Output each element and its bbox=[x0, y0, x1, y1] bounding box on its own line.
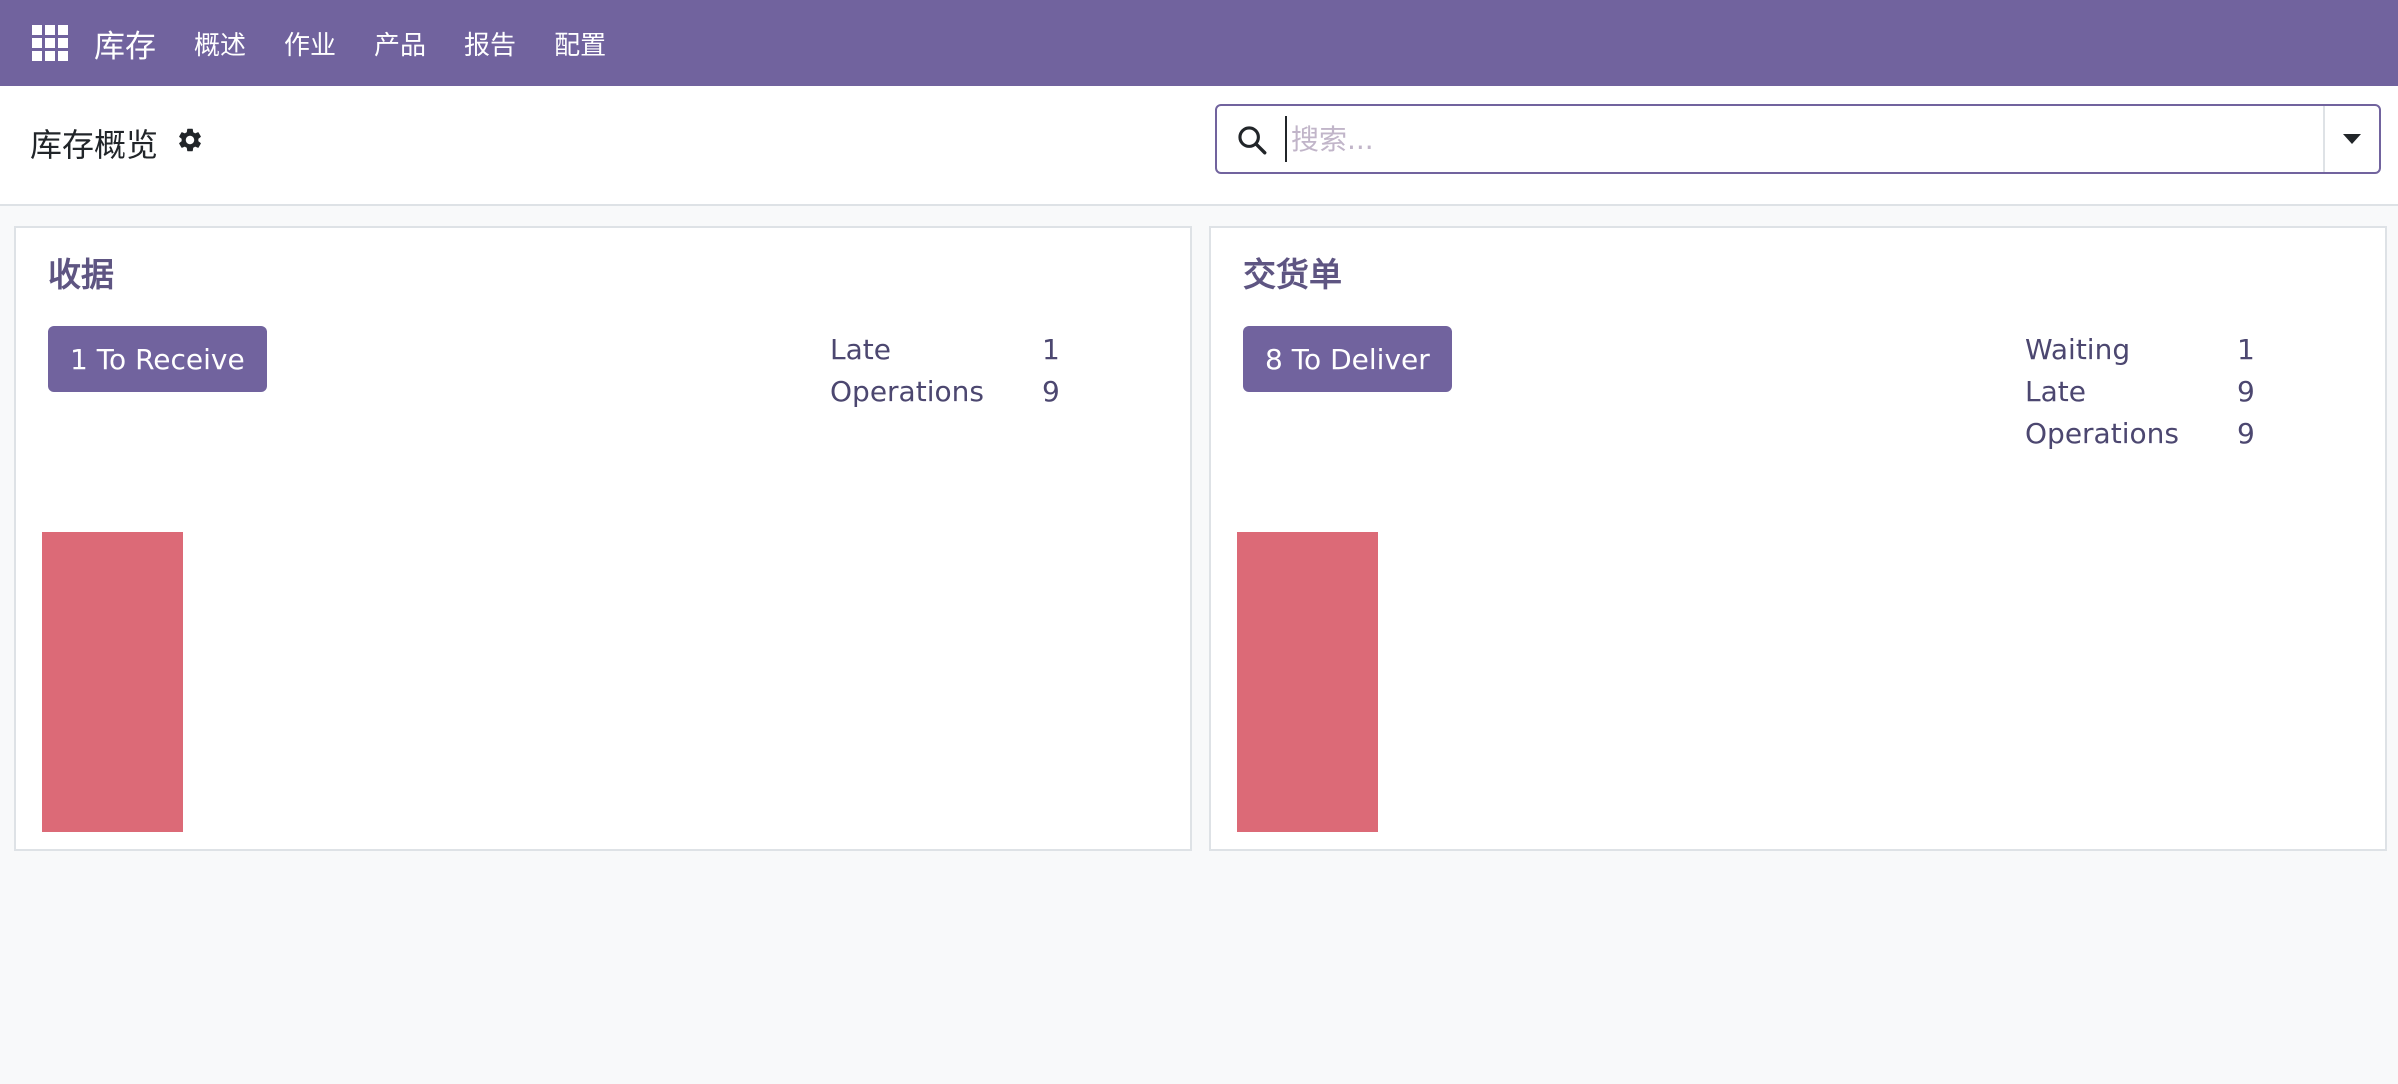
receipts-card: 收据 1 To Receive Late 1 Operations 9 bbox=[14, 226, 1192, 851]
stat-label: Waiting bbox=[2025, 332, 2131, 366]
apps-grid-icon[interactable] bbox=[32, 25, 68, 61]
control-panel: 库存概览 bbox=[0, 86, 2398, 206]
menu-configuration[interactable]: 配置 bbox=[554, 25, 606, 62]
to-receive-button[interactable]: 1 To Receive bbox=[48, 326, 267, 392]
search-box bbox=[1215, 104, 2381, 174]
stat-value: 1 bbox=[1042, 332, 1060, 366]
stat-value: 9 bbox=[2237, 374, 2255, 408]
menu-products[interactable]: 产品 bbox=[374, 25, 426, 62]
stat-row-operations[interactable]: Operations 9 bbox=[2025, 412, 2255, 454]
to-deliver-button[interactable]: 8 To Deliver bbox=[1243, 326, 1452, 392]
search-icon bbox=[1238, 126, 1267, 155]
stat-label: Late bbox=[2025, 374, 2086, 408]
gear-icon[interactable] bbox=[176, 126, 204, 154]
top-navbar: 库存 概述 作业 产品 报告 配置 bbox=[0, 0, 2398, 86]
receipts-graph-bar[interactable] bbox=[42, 532, 183, 832]
search-input[interactable] bbox=[1285, 116, 2321, 162]
caret-down-icon bbox=[2343, 134, 2361, 144]
stat-label: Operations bbox=[830, 374, 984, 408]
receipts-card-title[interactable]: 收据 bbox=[48, 248, 114, 296]
delivery-stats: Waiting 1 Late 9 Operations 9 bbox=[2025, 328, 2255, 454]
menu-operations[interactable]: 作业 bbox=[284, 25, 336, 62]
stat-row-operations[interactable]: Operations 9 bbox=[830, 370, 1060, 412]
delivery-card-title[interactable]: 交货单 bbox=[1243, 248, 1342, 296]
delivery-card: 交货单 8 To Deliver Waiting 1 Late 9 Operat… bbox=[1209, 226, 2387, 851]
stat-row-late[interactable]: Late 1 bbox=[830, 328, 1060, 370]
stat-label: Operations bbox=[2025, 416, 2179, 450]
receipts-stats: Late 1 Operations 9 bbox=[830, 328, 1060, 412]
delivery-graph-bar[interactable] bbox=[1237, 532, 1378, 832]
menu-reporting[interactable]: 报告 bbox=[464, 25, 516, 62]
menu-overview[interactable]: 概述 bbox=[194, 25, 246, 62]
stat-label: Late bbox=[830, 332, 891, 366]
stat-row-late[interactable]: Late 9 bbox=[2025, 370, 2255, 412]
stat-row-waiting[interactable]: Waiting 1 bbox=[2025, 328, 2255, 370]
stat-value: 1 bbox=[2237, 332, 2255, 366]
search-options-toggle[interactable] bbox=[2325, 106, 2379, 172]
stat-value: 9 bbox=[1042, 374, 1060, 408]
app-brand[interactable]: 库存 bbox=[94, 21, 156, 66]
page-title: 库存概览 bbox=[30, 126, 159, 164]
stat-value: 9 bbox=[2237, 416, 2255, 450]
